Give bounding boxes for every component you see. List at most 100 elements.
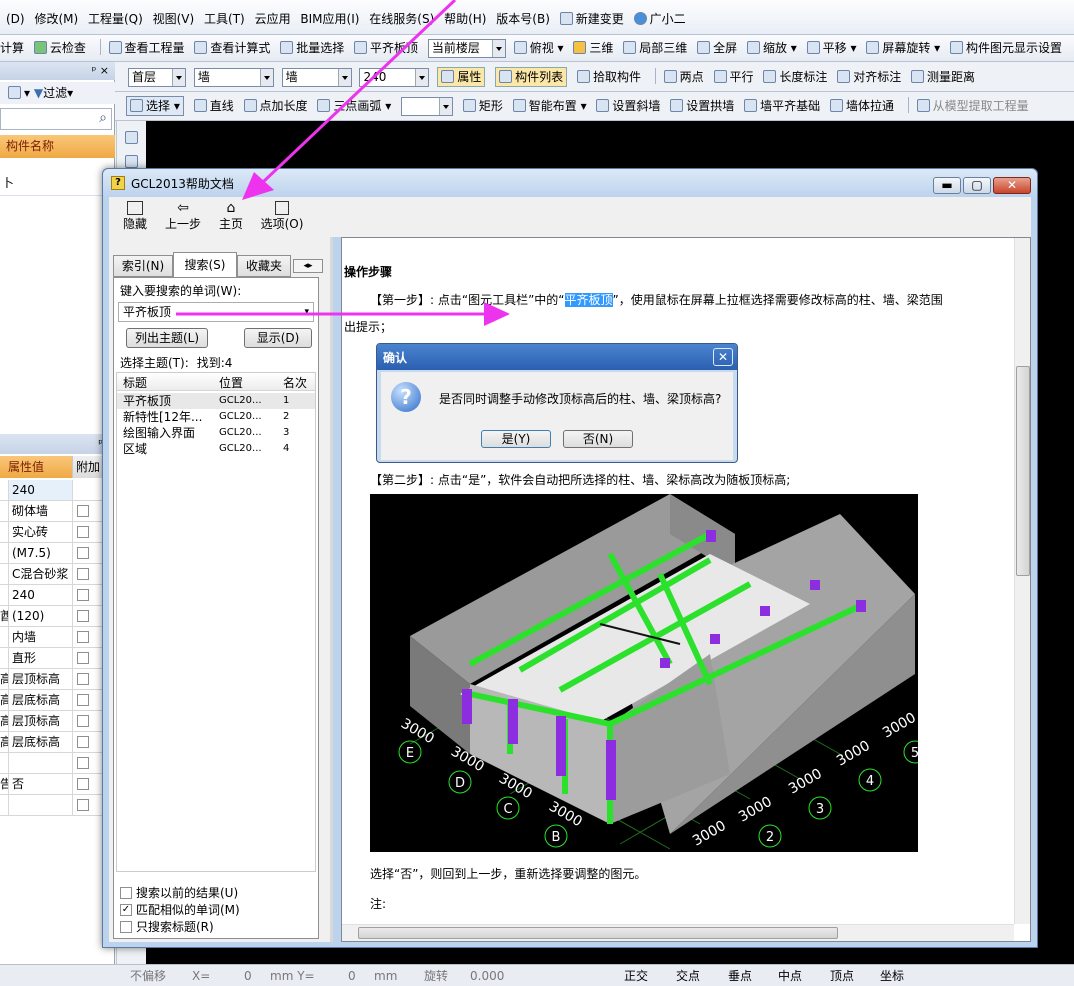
subtype-select[interactable]: 墙 xyxy=(281,68,352,87)
view-formula-button[interactable]: 查看计算式 xyxy=(194,37,270,59)
display-button[interactable]: 显示(D) xyxy=(244,328,312,348)
vertex-toggle[interactable]: 顶点 xyxy=(830,965,854,986)
minimize-button[interactable]: ▬ xyxy=(933,177,961,194)
wall-foundation-button[interactable]: 墙平齐基础 xyxy=(744,95,820,117)
extract-quantity-button[interactable]: 从模型提取工程量 xyxy=(916,95,1029,117)
rotate-button[interactable]: 屏幕旋转 ▾ xyxy=(866,37,940,59)
measure-button[interactable]: 测量距离 xyxy=(911,66,975,88)
col-rank[interactable]: 名次 xyxy=(283,374,307,391)
y-value[interactable]: 0 xyxy=(348,965,356,986)
perpendicular-toggle[interactable]: 垂点 xyxy=(728,965,752,986)
property-value-cell[interactable] xyxy=(8,753,72,774)
menu-item-guangxiaoer[interactable]: 广小二 xyxy=(633,8,686,30)
display-settings-button[interactable]: 构件图元显示设置 xyxy=(950,37,1062,59)
tab-index[interactable]: 索引(N) xyxy=(113,255,173,277)
pan-button[interactable]: 平移 ▾ xyxy=(806,37,856,59)
top-view-button[interactable]: 俯视 ▾ xyxy=(513,37,564,59)
topic-row[interactable]: 平齐板顶 GCL20... 1 xyxy=(117,393,315,409)
fullscreen-button[interactable]: 全屏 xyxy=(697,37,737,59)
property-value-cell[interactable]: C混合砂浆 xyxy=(8,564,72,585)
component-list-button[interactable]: 构件列表 xyxy=(495,67,568,87)
pen-icon[interactable] xyxy=(125,131,138,144)
prev-results-checkbox[interactable] xyxy=(120,887,132,899)
extra-checkbox[interactable] xyxy=(77,631,89,643)
titles-only-checkbox[interactable] xyxy=(120,921,132,933)
menu-item-help[interactable]: 帮助(H) xyxy=(444,8,486,30)
point-length-button[interactable]: 点加长度 xyxy=(243,95,308,117)
extra-checkbox[interactable] xyxy=(77,673,89,685)
slant-wall-button[interactable]: 设置斜墙 xyxy=(596,95,660,117)
home-button[interactable]: ⌂ 主页 xyxy=(215,201,247,232)
menu-item-version[interactable]: 版本号(B) xyxy=(496,8,550,30)
property-value-cell[interactable]: 层顶标高 xyxy=(8,711,72,732)
floor-select[interactable]: 首层 xyxy=(128,68,186,87)
tab-search[interactable]: 搜索(S) xyxy=(173,252,237,278)
calc-button[interactable]: 计算 xyxy=(0,37,24,59)
match-similar-checkbox[interactable]: ✓ xyxy=(120,904,132,916)
col-location[interactable]: 位置 xyxy=(219,374,243,391)
floor-combo[interactable]: 当前楼层 xyxy=(427,39,506,58)
midpoint-toggle[interactable]: 中点 xyxy=(778,965,802,986)
flush-slab-top-button[interactable]: 平齐板顶 xyxy=(354,37,418,59)
extra-checkbox[interactable] xyxy=(77,547,89,559)
intersect-toggle[interactable]: 交点 xyxy=(676,965,700,986)
property-value-cell[interactable]: 否 xyxy=(8,774,72,795)
col-title[interactable]: 标题 xyxy=(123,374,147,391)
wall-through-button[interactable]: 墙体拉通 xyxy=(829,95,894,117)
ortho-toggle[interactable]: 正交 xyxy=(624,965,648,986)
arch-wall-button[interactable]: 设置拱墙 xyxy=(670,95,734,117)
menu-item-quantity[interactable]: 工程量(Q) xyxy=(88,8,143,30)
menu-item-draw[interactable]: (D) xyxy=(6,8,25,30)
property-value-cell[interactable]: (M7.5) xyxy=(8,543,72,564)
search-icon[interactable]: ⌕ xyxy=(99,110,107,126)
list-topics-button[interactable]: 列出主题(L) xyxy=(126,328,208,348)
cloud-check-button[interactable]: 云检查 xyxy=(33,37,86,59)
help-search-input[interactable]: 平齐板顶 ▾ xyxy=(118,302,314,322)
property-value-cell[interactable]: 内墙 xyxy=(8,627,72,648)
vertical-scrollbar[interactable] xyxy=(1014,238,1030,924)
rect-button[interactable]: 矩形 xyxy=(462,95,503,117)
extra-checkbox[interactable] xyxy=(77,652,89,664)
property-value-cell[interactable]: 直形 xyxy=(8,648,72,669)
align-dim-button[interactable]: 对齐标注 xyxy=(837,66,901,88)
menu-item-cloud[interactable]: 云应用 xyxy=(255,8,291,30)
brush-icon[interactable] xyxy=(125,155,138,168)
zoom-button[interactable]: 缩放 ▾ xyxy=(746,37,797,59)
extra-checkbox[interactable] xyxy=(77,715,89,727)
view-quantity-button[interactable]: 查看工程量 xyxy=(108,37,185,59)
maximize-button[interactable]: ▢ xyxy=(963,177,991,194)
extra-checkbox[interactable] xyxy=(77,799,89,811)
property-value-cell[interactable]: 240 xyxy=(8,480,72,501)
filter-button[interactable]: ▼过滤▾ xyxy=(34,86,73,100)
hide-button[interactable]: 隐藏 xyxy=(119,201,151,232)
two-points-button[interactable]: 两点 xyxy=(663,66,704,88)
menu-item-new-change[interactable]: 新建变更 xyxy=(559,8,624,30)
property-value-cell[interactable]: 砌体墙 xyxy=(8,501,72,522)
rotate-value[interactable]: 0.000 xyxy=(470,965,504,986)
extra-checkbox[interactable] xyxy=(77,568,89,580)
panel-search-input[interactable]: ⌕ xyxy=(0,108,112,130)
extra-checkbox[interactable] xyxy=(77,778,89,790)
menu-item-tools[interactable]: 工具(T) xyxy=(204,8,245,30)
property-value-cell[interactable]: 层顶标高 xyxy=(8,669,72,690)
tab-favorites[interactable]: 收藏夹 xyxy=(237,255,291,277)
x-value[interactable]: 0 xyxy=(244,965,252,986)
component-select[interactable]: 240 xyxy=(359,68,430,87)
topic-row[interactable]: 绘图输入界面 GCL20... 3 xyxy=(117,425,315,441)
menu-item-view[interactable]: 视图(V) xyxy=(153,8,195,30)
length-dim-button[interactable]: 长度标注 xyxy=(763,66,827,88)
extra-checkbox[interactable] xyxy=(77,505,89,517)
tab-scroll-arrows[interactable]: ◂▸ xyxy=(293,259,323,273)
extra-checkbox[interactable] xyxy=(77,610,89,622)
batch-select-button[interactable]: 批量选择 xyxy=(280,37,344,59)
options-button[interactable]: 选项(O) xyxy=(257,201,307,232)
local-3d-button[interactable]: 局部三维 xyxy=(623,37,687,59)
3d-button[interactable]: 三维 xyxy=(573,37,613,59)
menu-item-bim[interactable]: BIM应用(I) xyxy=(300,8,359,30)
type-select[interactable]: 墙 xyxy=(193,68,274,87)
topic-row[interactable]: 新特性[12年... GCL20... 2 xyxy=(117,409,315,425)
menu-item-modify[interactable]: 修改(M) xyxy=(34,8,78,30)
back-button[interactable]: ⇦ 上一步 xyxy=(163,201,203,232)
parallel-button[interactable]: 平行 xyxy=(713,66,754,88)
property-value-cell[interactable]: 实心砖 xyxy=(8,522,72,543)
